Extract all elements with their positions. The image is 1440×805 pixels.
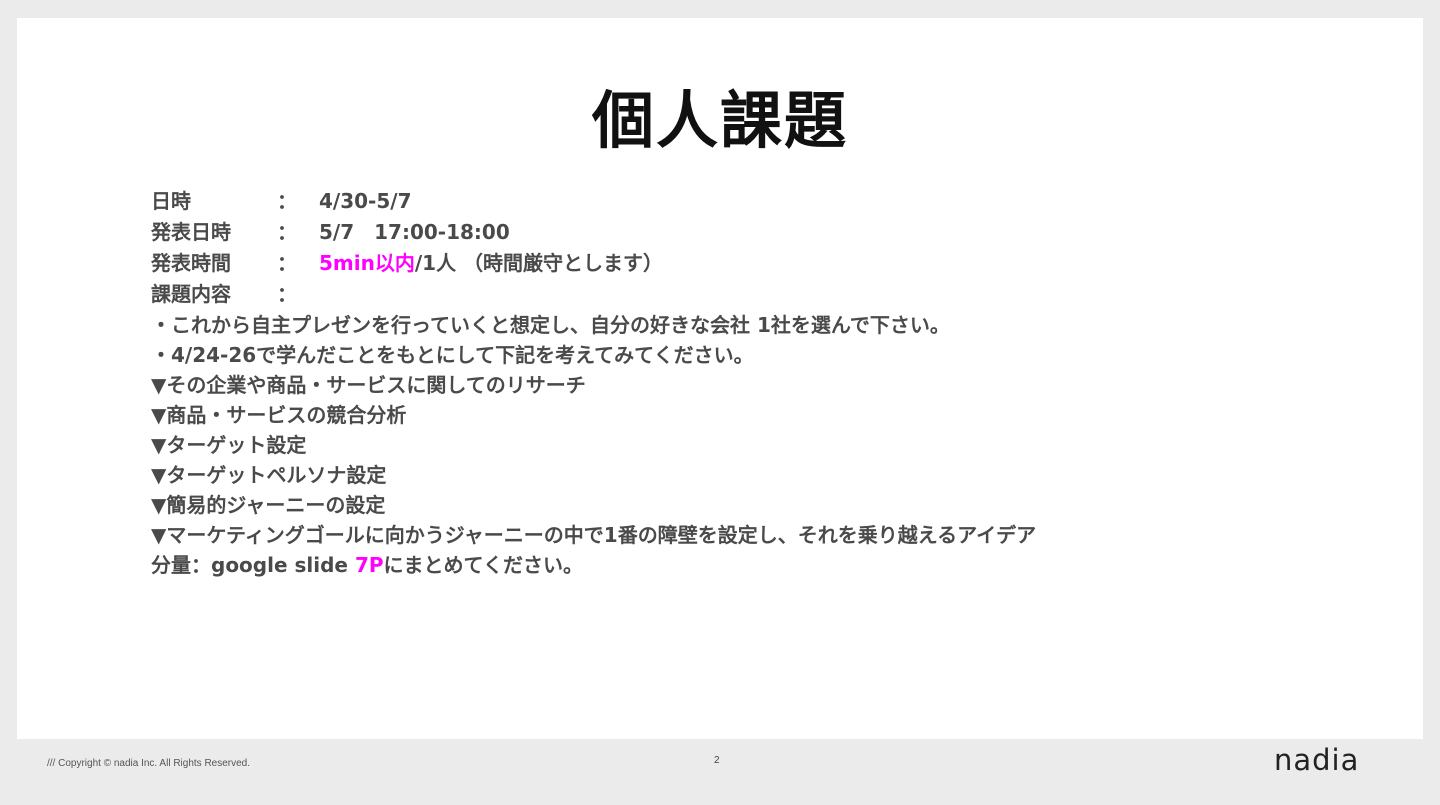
info-colon: ： bbox=[277, 220, 297, 244]
task-line: ・これから自主プレゼンを行っていくと想定し、自分の好きな会社 1社を選んで下さい… bbox=[151, 313, 950, 337]
slide: 個人課題 日時 ： 4/30-5/7 発表日時 ： 5/7 17:00-18:00 発表… bbox=[17, 18, 1423, 739]
slide-title: 個人課題 bbox=[591, 84, 848, 157]
info-row-date: 日時 ： 4/30-5/7 bbox=[151, 186, 1036, 217]
info-label: 発表日時 bbox=[151, 220, 231, 244]
info-colon: ： bbox=[277, 282, 297, 306]
info-row-presentation-time: 発表時間 ： 5min以内/1人 （時間厳守とします） bbox=[151, 248, 1036, 279]
info-label: 発表時間 bbox=[151, 251, 231, 275]
task-line: ▼マーケティングゴールに向かうジャーニーの中で1番の障壁を設定し、それを乗り越え… bbox=[151, 523, 1037, 547]
task-line: ▼ターゲット設定 bbox=[151, 433, 307, 457]
info-row-task: 課題内容 ： bbox=[151, 279, 1036, 310]
presentation-stage: 個人課題 日時 ： 4/30-5/7 発表日時 ： 5/7 17:00-18:00 発表… bbox=[0, 0, 1440, 805]
info-row-presentation-date: 発表日時 ： 5/7 17:00-18:00 bbox=[151, 217, 1036, 248]
footer-page-number: 2 bbox=[714, 755, 720, 766]
nadia-logo: nadia bbox=[1274, 743, 1360, 777]
time-limit-highlight: 5min以内 bbox=[319, 251, 415, 275]
task-line: ▼商品・サービスの競合分析 bbox=[151, 403, 407, 427]
volume-prefix: 分量：google slide bbox=[151, 553, 355, 577]
volume-highlight: 7P bbox=[354, 553, 384, 577]
info-value: 5/7 17:00-18:00 bbox=[319, 220, 510, 244]
task-line: ▼簡易的ジャーニーの設定 bbox=[151, 493, 386, 517]
info-colon: ： bbox=[277, 251, 297, 275]
info-label: 日時 bbox=[151, 189, 191, 213]
task-line: ▼ターゲットペルソナ設定 bbox=[151, 463, 387, 487]
info-value: 4/30-5/7 bbox=[319, 189, 412, 213]
task-line: ・4/24-26で学んだことをもとにして下記を考えてみてください。 bbox=[151, 343, 754, 367]
task-line: ▼その企業や商品・サービスに関してのリサーチ bbox=[151, 373, 586, 397]
info-label: 課題内容 bbox=[151, 282, 231, 306]
volume-suffix: にまとめてください。 bbox=[383, 553, 583, 577]
footer-copyright: /// Copyright © nadia Inc. All Rights Re… bbox=[47, 758, 251, 769]
info-colon: ： bbox=[277, 189, 297, 213]
slide-body: 日時 ： 4/30-5/7 発表日時 ： 5/7 17:00-18:00 発表時間 ： 5m… bbox=[151, 186, 1036, 580]
volume-line: 分量：google slide 7Pにまとめてください。 bbox=[151, 550, 1036, 580]
info-value: /1人 （時間厳守とします） bbox=[414, 251, 664, 275]
